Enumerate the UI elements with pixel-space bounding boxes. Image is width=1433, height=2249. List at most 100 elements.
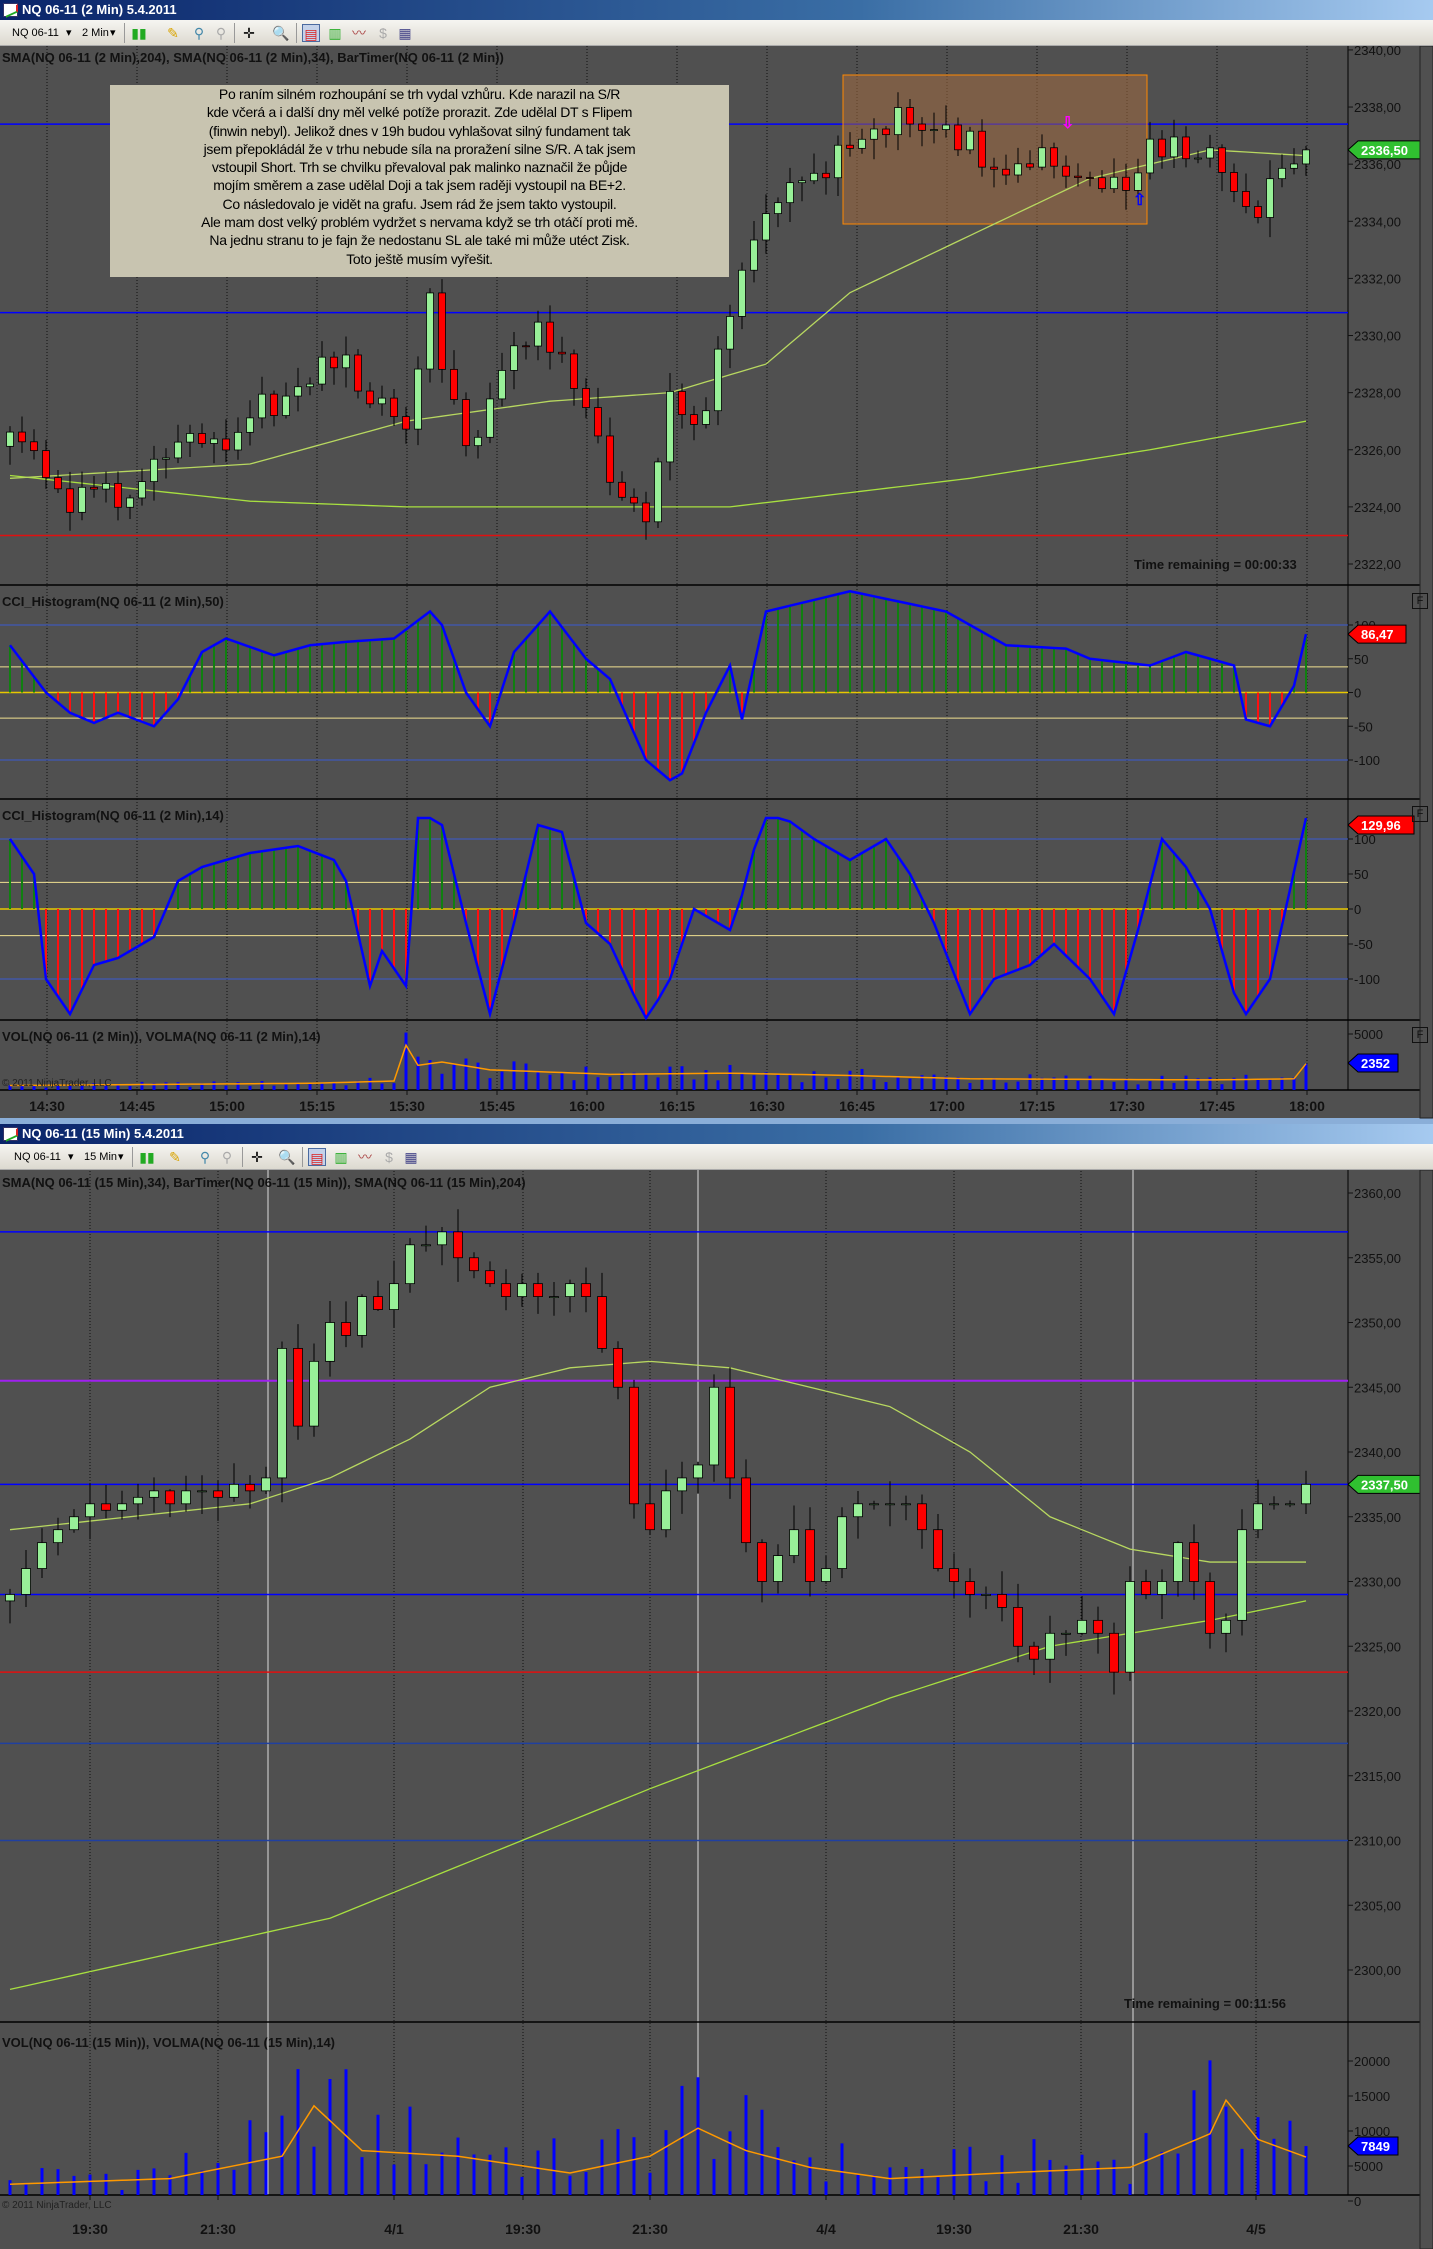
pencil-drawing-icon[interactable]: ✎	[166, 1148, 184, 1166]
interval-select[interactable]: 15 Min	[84, 1148, 117, 1166]
candle	[53, 1529, 63, 1544]
time-axis-label: 19:30	[72, 2221, 108, 2237]
candle	[630, 496, 638, 504]
candle	[1182, 136, 1190, 160]
instrument-select[interactable]: NQ 06-11	[14, 1148, 61, 1166]
zoom-in-icon[interactable]: ⚲	[196, 1148, 214, 1166]
properties-icon[interactable]: ▦	[402, 1148, 420, 1166]
instrument-dropdown-icon[interactable]: ▾	[68, 1148, 74, 1166]
bar-chart-icon[interactable]: ▥	[326, 24, 344, 42]
candle	[933, 1529, 943, 1569]
candle	[558, 351, 566, 355]
candle	[474, 436, 482, 447]
time-axis-label: 21:30	[200, 2221, 236, 2237]
candle	[1045, 1632, 1055, 1660]
candle	[629, 1386, 639, 1505]
zoom-out-icon[interactable]: ⚲	[218, 1148, 236, 1166]
candle	[277, 1348, 287, 1479]
candle	[606, 435, 614, 483]
candle	[821, 1568, 831, 1582]
time-axis-label: 16:30	[749, 1098, 785, 1114]
candle	[210, 438, 218, 444]
window2-titlebar[interactable]: NQ 06-11 (15 Min) 5.4.2011	[0, 1124, 1433, 1144]
candle	[613, 1348, 623, 1388]
window1-titlebar[interactable]: NQ 06-11 (2 Min) 5.4.2011	[0, 0, 1433, 20]
candle	[258, 393, 266, 419]
magnifier-icon[interactable]: 🔍	[272, 24, 290, 42]
volume-format-button[interactable]: F	[1412, 1027, 1428, 1043]
candle	[437, 1231, 447, 1246]
indicators-icon[interactable]: 〰	[356, 1148, 374, 1166]
time-axis-label: 17:30	[1109, 1098, 1145, 1114]
properties-icon[interactable]: ▦	[396, 24, 414, 42]
candle	[997, 1594, 1007, 1608]
candle	[378, 397, 386, 405]
candle	[198, 433, 206, 444]
candle	[114, 483, 122, 508]
price-axis-label: 2336,00	[1354, 157, 1401, 172]
bar-chart-icon[interactable]: ▥	[332, 1148, 350, 1166]
instrument-dropdown-icon[interactable]: ▾	[66, 24, 72, 42]
zoom-in-icon[interactable]: ⚲	[190, 24, 208, 42]
candle	[498, 370, 506, 400]
candle	[306, 383, 314, 388]
time-axis-label: 15:45	[479, 1098, 515, 1114]
copyright-text: © 2011 NinjaTrader, LLC	[2, 1078, 112, 1089]
indicators-icon[interactable]: 〰	[350, 24, 368, 42]
data-box-icon[interactable]: ▤	[302, 24, 320, 42]
candle	[786, 182, 794, 204]
candle	[69, 1516, 79, 1531]
time-axis-label: 21:30	[1063, 2221, 1099, 2237]
candle	[21, 1568, 31, 1595]
volume-panel-label: VOL(NQ 06-11 (15 Min)), VOLMA(NQ 06-11 (…	[2, 2035, 336, 2050]
instrument-select[interactable]: NQ 06-11	[12, 24, 59, 42]
candle	[565, 1283, 575, 1298]
cci50-format-button[interactable]: F	[1412, 593, 1428, 609]
interval-dropdown-icon[interactable]: ▾	[118, 1148, 124, 1166]
candle	[101, 1503, 111, 1511]
candle	[725, 1386, 735, 1479]
zoom-out-icon[interactable]: ⚲	[212, 24, 230, 42]
price-axis-label: 2320,00	[1354, 1704, 1401, 1719]
candle	[534, 321, 542, 347]
magnifier-icon[interactable]: 🔍	[278, 1148, 296, 1166]
volume-value-marker: 2352	[1361, 1056, 1390, 1071]
candle	[126, 497, 134, 508]
note-line: vstoupil Short. Trh se chvilku převalova…	[211, 159, 628, 176]
strategy-dollar-icon[interactable]: $	[380, 1148, 398, 1166]
chart-style-icon[interactable]: ▮▮	[130, 24, 148, 42]
time-axis-label: 19:30	[936, 2221, 972, 2237]
cci14-format-button[interactable]: F	[1412, 806, 1428, 822]
candle	[774, 202, 782, 215]
time-axis-label: 16:45	[839, 1098, 875, 1114]
candle	[341, 1322, 351, 1336]
annotation-text-box[interactable]: Po raním silném rozhoupání se trh vydal …	[110, 85, 729, 277]
bar-timer: Time remaining = 00:00:33	[1134, 557, 1297, 572]
candle	[1266, 178, 1274, 218]
interval-select[interactable]: 2 Min	[82, 24, 109, 42]
price-axis-label: 2322,00	[1354, 557, 1401, 572]
candle	[165, 1490, 175, 1505]
crosshair-icon[interactable]: ✛	[248, 1148, 266, 1166]
candle	[30, 441, 38, 452]
candle	[330, 356, 338, 369]
candle	[677, 1477, 687, 1492]
volume-value-marker: 7849	[1361, 2139, 1390, 2154]
candle	[1290, 163, 1298, 169]
strategy-dollar-icon[interactable]: $	[374, 24, 392, 42]
candle	[917, 1503, 927, 1531]
interval-dropdown-icon[interactable]: ▾	[110, 24, 116, 42]
candle	[37, 1542, 47, 1569]
candle	[421, 1244, 431, 1247]
candle	[133, 1496, 143, 1505]
pencil-drawing-icon[interactable]: ✎	[164, 24, 182, 42]
candle	[309, 1360, 319, 1427]
candle	[966, 130, 974, 151]
exit-arrow-icon: ⇧	[1133, 192, 1146, 209]
chart-style-icon[interactable]: ▮▮	[138, 1148, 156, 1166]
price-axis-label: -50	[1354, 937, 1373, 952]
crosshair-icon[interactable]: ✛	[240, 24, 258, 42]
candle	[750, 239, 758, 271]
data-box-icon[interactable]: ▤	[308, 1148, 326, 1166]
price-axis-label: 50	[1354, 652, 1368, 667]
